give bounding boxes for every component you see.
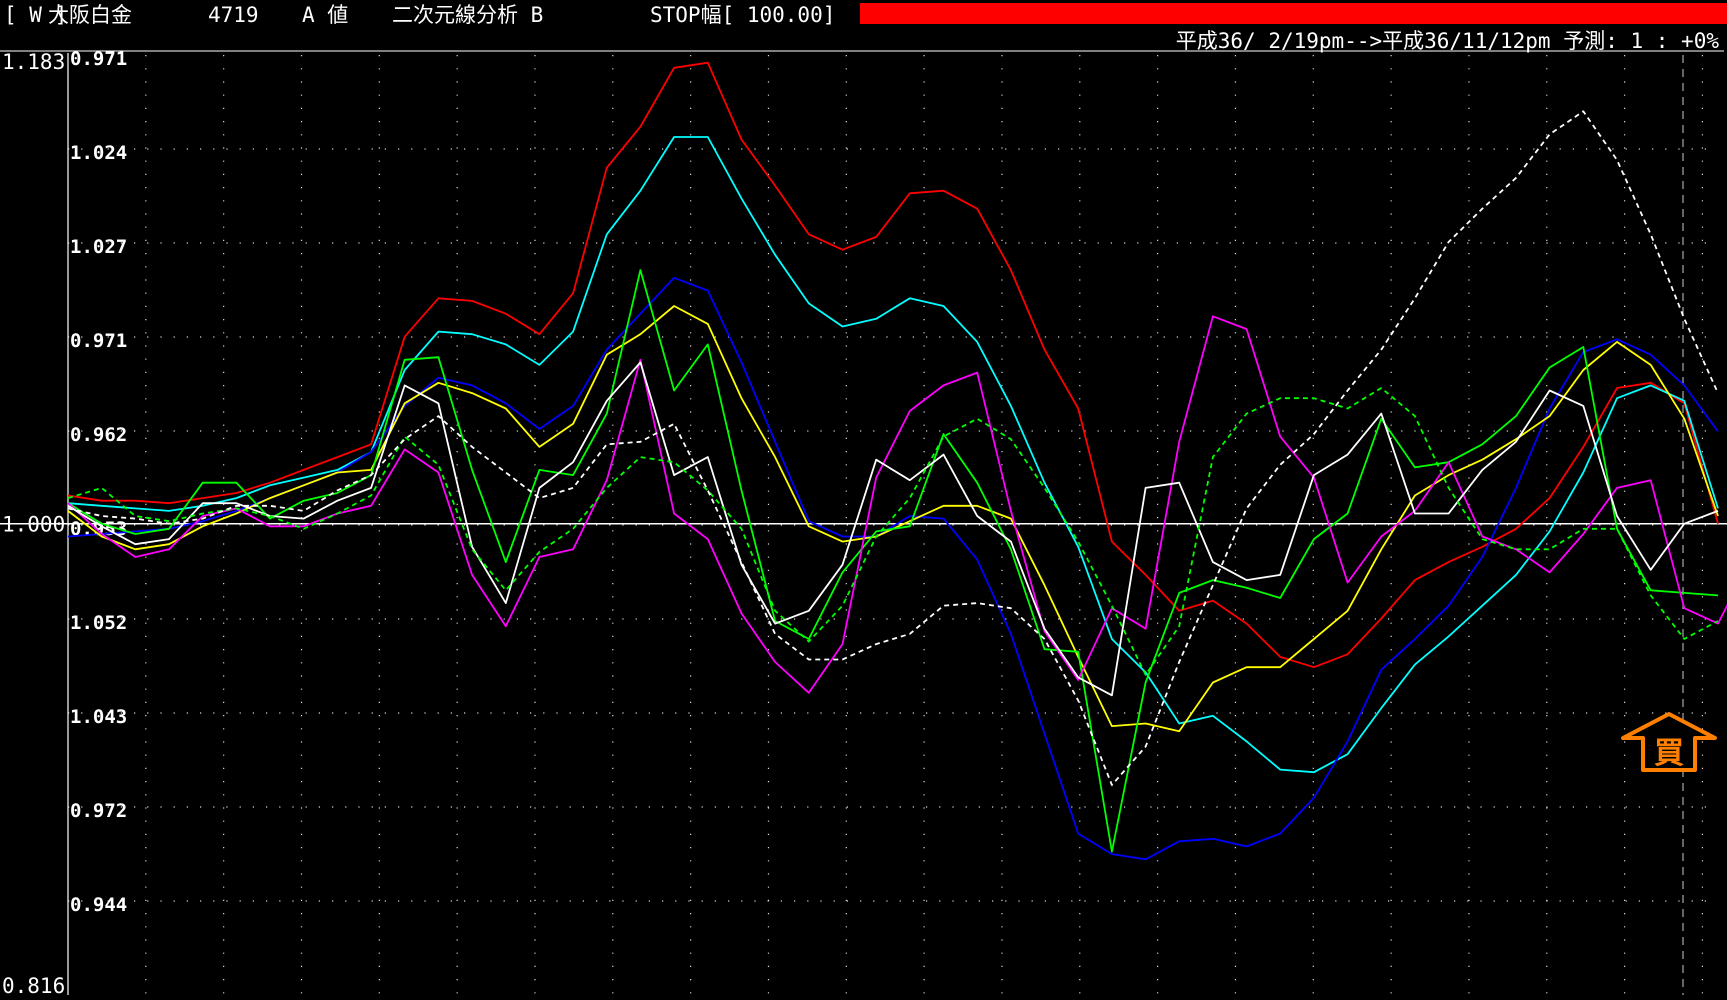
series-line-6 <box>67 315 1727 694</box>
series-line-3 <box>67 276 1719 861</box>
y-axis-labels: 1.183 1.000 0.816 0.971 1.024 1.027 0.971 0.962… <box>2 48 127 998</box>
series-line-4 <box>67 305 1719 733</box>
chart-series <box>67 61 1727 861</box>
series-line-2 <box>67 136 1719 774</box>
series-line-5 <box>67 269 1719 853</box>
y-tick-label-outer: 1.183 <box>2 50 65 74</box>
line-chart: 1.183 1.000 0.816 0.971 1.024 1.027 0.971 0.962… <box>0 48 1727 998</box>
chart-axes <box>0 50 1727 995</box>
y-tick-label-inner: 0.971 <box>70 48 127 70</box>
y-tick-label-inner: 1.043 <box>70 706 127 728</box>
y-tick-label-inner: 1.052 <box>70 612 127 634</box>
chart-grid <box>68 55 1718 995</box>
y-tick-label-inner: 0.972 <box>70 800 127 822</box>
series-line-8 <box>67 387 1719 676</box>
y-tick-label-inner: 1.027 <box>70 236 127 258</box>
series-line-1 <box>67 61 1719 669</box>
y-tick-label-outer: 0.816 <box>2 974 65 998</box>
y-tick-label-inner: 0.944 <box>70 894 127 916</box>
series-line-9 <box>67 110 1719 786</box>
y-tick-label-outer: 1.000 <box>2 513 65 537</box>
y-tick-label-inner: 1.024 <box>70 142 127 164</box>
buy-signal: 買 <box>1621 712 1717 772</box>
y-tick-label-inner: 0.971 <box>70 330 127 352</box>
y-tick-label-inner: 0.962 <box>70 424 127 446</box>
buy-signal-label: 買 <box>1654 736 1684 771</box>
